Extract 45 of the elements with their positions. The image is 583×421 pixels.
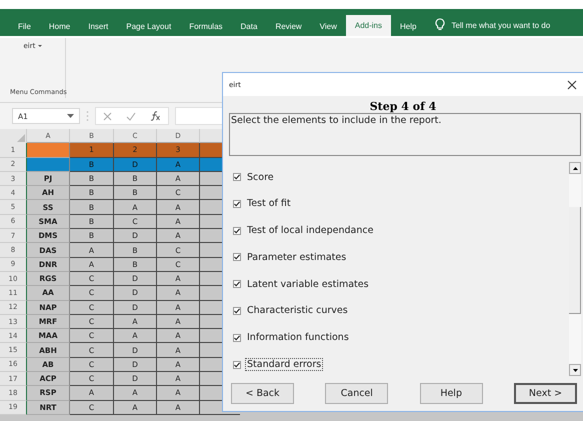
ribbon-tab[interactable]: Add-ins bbox=[346, 15, 391, 36]
caret-icon bbox=[38, 45, 42, 48]
checkbox[interactable] bbox=[233, 280, 241, 288]
lightbulb-icon bbox=[435, 18, 446, 31]
tell-me-search[interactable]: Tell me what you want to do bbox=[451, 21, 550, 30]
dialog-button[interactable]: Cancel bbox=[325, 383, 388, 404]
ribbon-tab[interactable]: Insert bbox=[79, 16, 118, 36]
dialog-button[interactable]: Help bbox=[420, 383, 483, 404]
ribbon-tab[interactable]: View bbox=[310, 16, 346, 36]
ribbon-tab[interactable]: File bbox=[9, 16, 40, 36]
scroll-down-icon[interactable] bbox=[572, 368, 578, 372]
option-label[interactable]: Test of fit bbox=[245, 197, 293, 210]
ribbon-tab[interactable]: Data bbox=[232, 16, 266, 36]
ribbon-tab[interactable]: Page Layout bbox=[117, 16, 180, 36]
ribbon-tab[interactable]: Help bbox=[391, 16, 426, 36]
checkbox[interactable] bbox=[233, 226, 241, 235]
ribbon-tab[interactable]: Formulas bbox=[180, 16, 232, 36]
checkbox[interactable] bbox=[233, 200, 241, 208]
option-label[interactable]: Characteristic curves bbox=[245, 304, 350, 318]
function-icon[interactable] bbox=[150, 111, 161, 121]
checkbox[interactable] bbox=[233, 360, 241, 369]
checkbox[interactable] bbox=[233, 253, 241, 262]
check-icon[interactable] bbox=[126, 112, 136, 120]
dropdown-icon bbox=[67, 114, 74, 118]
option-label[interactable]: Parameter estimates bbox=[245, 250, 348, 264]
ribbon-tab[interactable]: Review bbox=[266, 16, 311, 36]
option-label[interactable]: Score bbox=[245, 170, 276, 184]
table-cell bbox=[27, 143, 70, 158]
dialog-button[interactable]: Next > bbox=[514, 383, 577, 404]
description-box: Select the elements to include in the report. bbox=[229, 113, 581, 156]
ribbon-tab[interactable]: Home bbox=[40, 16, 80, 36]
scroll-up-icon[interactable] bbox=[572, 166, 578, 170]
scrollbar[interactable] bbox=[569, 162, 581, 376]
triangle-icon bbox=[17, 134, 25, 142]
option-label[interactable]: Test of local independance bbox=[245, 224, 376, 238]
close-icon[interactable] bbox=[567, 80, 577, 90]
checkbox[interactable] bbox=[233, 306, 241, 315]
step-heading: Step 4 of 4 bbox=[368, 100, 438, 113]
checkbox[interactable] bbox=[233, 173, 241, 181]
dialog-button[interactable]: < Back bbox=[231, 383, 294, 404]
checkbox[interactable] bbox=[233, 334, 241, 342]
option-label[interactable]: Information functions bbox=[245, 331, 351, 344]
option-label[interactable]: Standard errors bbox=[245, 358, 324, 372]
option-label[interactable]: Latent variable estimates bbox=[245, 278, 371, 291]
table-cell bbox=[27, 158, 70, 172]
